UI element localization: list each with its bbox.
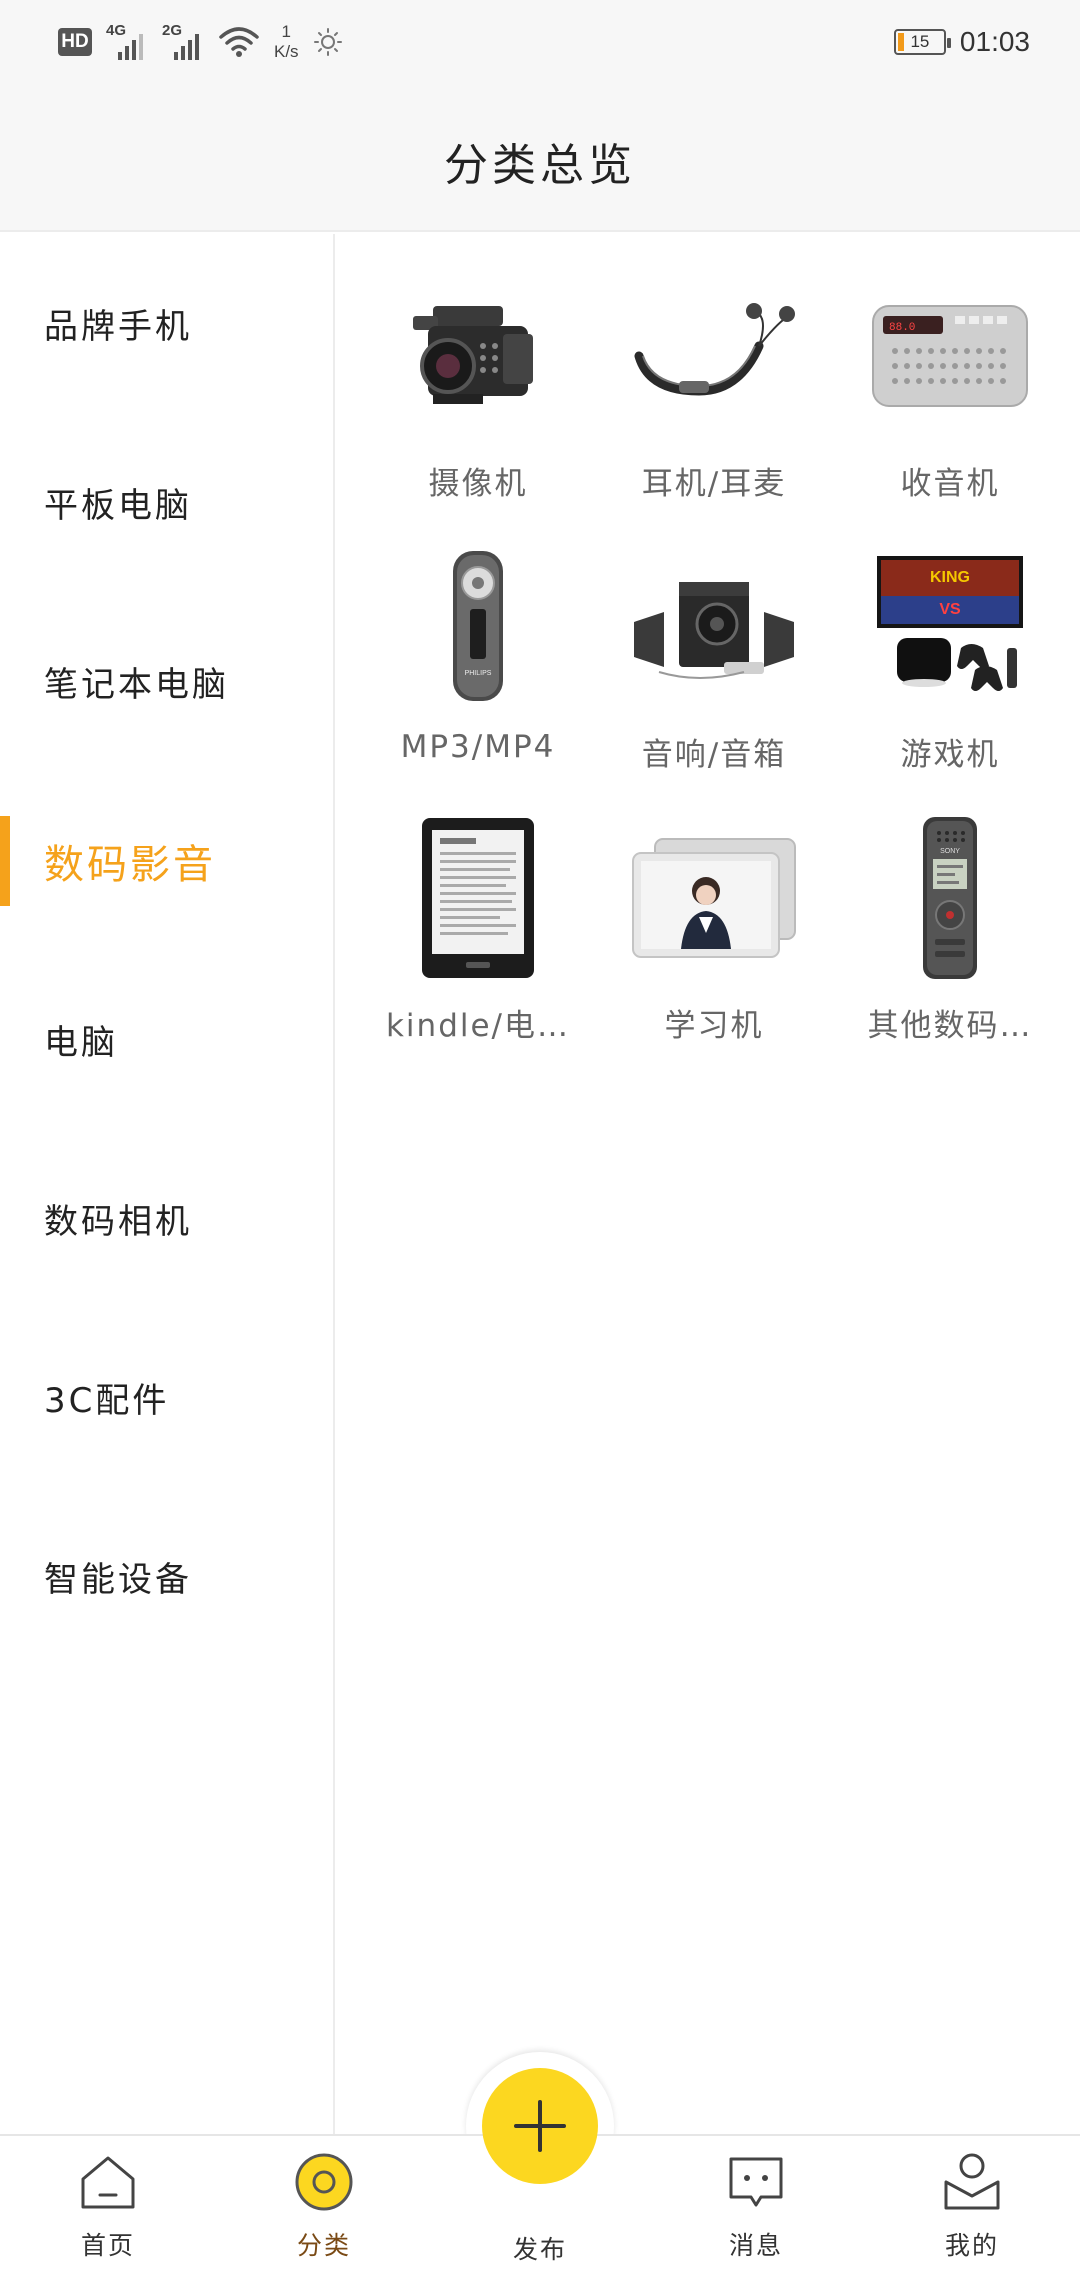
- home-icon: [78, 2152, 138, 2212]
- clock: 01:03: [959, 26, 1030, 57]
- ebook-reader-icon: [393, 817, 563, 978]
- svg-text:PHILIPS: PHILIPS: [465, 670, 492, 677]
- grid-item-label: 音响/音箱: [641, 737, 787, 773]
- header: 分类总览: [0, 92, 1080, 232]
- svg-text:KING: KING: [930, 569, 970, 586]
- user-icon: [942, 2152, 1002, 2212]
- grid-item-label: 其他数码…: [867, 1008, 1033, 1044]
- brightness-icon: [313, 28, 342, 56]
- publish-button[interactable]: [482, 2068, 598, 2184]
- nav-messages[interactable]: 消息: [676, 2136, 836, 2282]
- game-console-icon: KING VS: [865, 547, 1035, 707]
- voice-recorder-icon: SONY: [865, 817, 1035, 979]
- nav-mine-label: 我的: [944, 2231, 999, 2260]
- grid-item-game-console[interactable]: KING VS 游戏机: [832, 547, 1068, 774]
- status-left: HD 4G 2G 1 K/s: [58, 22, 343, 62]
- grid-item-learning-machine[interactable]: 学习机: [596, 818, 832, 1045]
- grid-item-label: 学习机: [664, 1008, 764, 1044]
- subcategory-panel: 摄像机 耳机/耳麦 88.0 收音机 PHILIPS MP3/MP4 音响/音箱…: [337, 234, 1080, 2134]
- grid-item-label: MP3/MP4: [400, 729, 556, 765]
- network-speed: 1 K/s: [274, 22, 299, 61]
- sidebar-item-laptops[interactable]: 笔记本电脑: [0, 592, 333, 771]
- grid-item-label: kindle/电…: [385, 1008, 571, 1044]
- subcategory-grid: 摄像机 耳机/耳麦 88.0 收音机 PHILIPS MP3/MP4 音响/音箱…: [337, 234, 1080, 1045]
- nav-publish-label: 发布: [512, 2235, 567, 2264]
- message-icon: [726, 2152, 786, 2212]
- battery-icon: 15: [893, 29, 951, 55]
- nav-home[interactable]: 首页: [28, 2136, 188, 2282]
- grid-item-kindle[interactable]: kindle/电…: [360, 817, 596, 1045]
- grid-item-label: 游戏机: [900, 737, 1000, 773]
- grid-item-label: 耳机/耳麦: [641, 466, 787, 502]
- status-bar: HD 4G 2G 1 K/s 15 01:03: [0, 0, 1080, 92]
- headphones-icon: [629, 276, 799, 436]
- sidebar-item-brand-phones[interactable]: 品牌手机: [0, 234, 333, 413]
- nav-messages-label: 消息: [728, 2231, 783, 2260]
- video-camera-icon: [393, 276, 563, 436]
- nav-mine[interactable]: 我的: [892, 2136, 1052, 2282]
- grid-item-headphones[interactable]: 耳机/耳麦: [596, 276, 832, 503]
- nav-home-label: 首页: [80, 2231, 135, 2260]
- grid-item-camcorder[interactable]: 摄像机: [360, 276, 596, 503]
- sidebar-item-smart-devices[interactable]: 智能设备: [0, 1487, 333, 1666]
- signal-4g-icon: 4G: [106, 22, 148, 62]
- page-title: 分类总览: [444, 140, 636, 191]
- grid-item-label: 摄像机: [428, 466, 528, 502]
- sidebar-item-digital-cameras[interactable]: 数码相机: [0, 1129, 333, 1308]
- wifi-icon: [219, 27, 259, 57]
- category-sidebar: 品牌手机 平板电脑 笔记本电脑 数码影音 电脑 数码相机 3C配件 智能设备: [0, 234, 335, 2134]
- plus-icon: [514, 2100, 566, 2152]
- nav-category-label: 分类: [296, 2231, 351, 2260]
- category-icon: [294, 2152, 354, 2212]
- hd-badge: HD: [58, 28, 92, 56]
- grid-item-other-digital[interactable]: SONY 其他数码…: [832, 817, 1068, 1045]
- svg-text:SONY: SONY: [940, 848, 960, 855]
- nav-category[interactable]: 分类: [244, 2136, 404, 2282]
- sidebar-item-computers[interactable]: 电脑: [0, 950, 333, 1129]
- svg-text:88.0: 88.0: [889, 322, 915, 334]
- grid-item-label: 收音机: [900, 466, 1000, 502]
- sidebar-item-digital-av[interactable]: 数码影音: [0, 771, 333, 950]
- tablet-learning-icon: [629, 818, 799, 978]
- sidebar-item-tablets[interactable]: 平板电脑: [0, 413, 333, 592]
- sidebar-item-3c-accessories[interactable]: 3C配件: [0, 1308, 333, 1487]
- grid-item-speakers[interactable]: 音响/音箱: [596, 547, 832, 774]
- signal-2g-icon: 2G: [162, 22, 204, 62]
- svg-text:VS: VS: [939, 601, 961, 618]
- speakers-icon: [629, 547, 799, 707]
- grid-item-mp3-mp4[interactable]: PHILIPS MP3/MP4: [360, 547, 596, 774]
- grid-item-radio[interactable]: 88.0 收音机: [832, 276, 1068, 503]
- status-right: 15 01:03: [893, 26, 1030, 58]
- radio-icon: 88.0: [865, 276, 1035, 436]
- mp3-player-icon: PHILIPS: [393, 547, 563, 707]
